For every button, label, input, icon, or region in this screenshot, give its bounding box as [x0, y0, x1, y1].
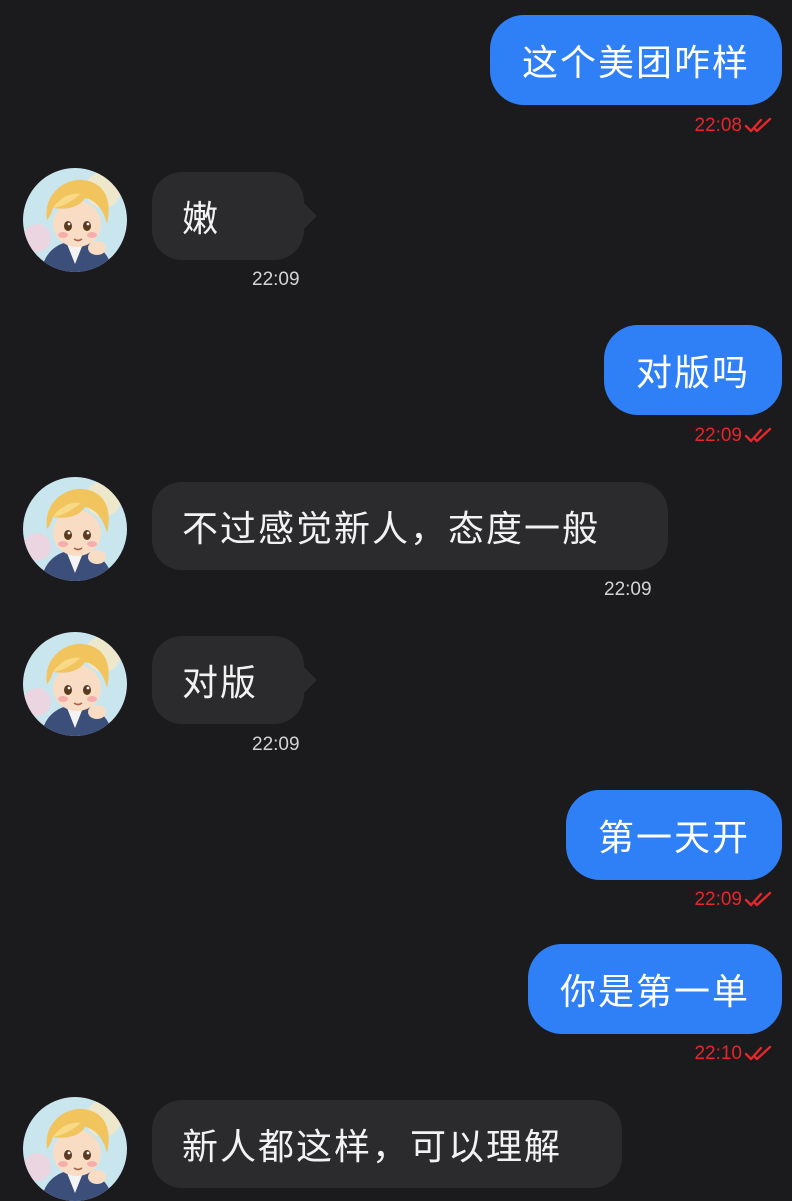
- bubble-tail: [303, 202, 317, 230]
- double-check-icon: [744, 117, 774, 135]
- message-text: 不过感觉新人，态度一般: [182, 509, 601, 550]
- avatar-anime-boy-icon[interactable]: [23, 1097, 127, 1201]
- avatar-anime-boy-icon[interactable]: [23, 632, 127, 736]
- outgoing-message-bubble[interactable]: 这个美团咋样: [489, 15, 782, 105]
- message-text: 嫩: [182, 199, 221, 240]
- incoming-message-bubble[interactable]: 对版: [152, 636, 304, 724]
- message-time: 22:09: [252, 734, 300, 755]
- outgoing-message-bubble[interactable]: 对版吗: [603, 325, 782, 415]
- message-time: 22:09: [252, 269, 300, 290]
- chat-message-list[interactable]: 这个美团咋样 22:08 嫩 22:09 对版吗 22:09 不过感觉新人，态度…: [0, 0, 792, 1200]
- incoming-message-bubble[interactable]: 嫩: [152, 172, 304, 260]
- message-meta: 22:09: [694, 888, 774, 912]
- message-text: 对版: [182, 663, 259, 704]
- message-meta: 22:08: [694, 114, 774, 138]
- outgoing-message-bubble[interactable]: 你是第一单: [527, 944, 782, 1034]
- message-text: 这个美团咋样: [521, 43, 750, 84]
- incoming-message-bubble[interactable]: 新人都这样，可以理解: [152, 1100, 622, 1188]
- avatar-anime-boy-icon[interactable]: [23, 168, 127, 272]
- message-time: 22:09: [694, 425, 742, 446]
- message-time: 22:09: [694, 889, 742, 910]
- message-meta: 22:10: [694, 1042, 774, 1066]
- avatar-anime-boy-icon[interactable]: [23, 477, 127, 581]
- double-check-icon: [744, 1045, 774, 1063]
- outgoing-message-bubble[interactable]: 第一天开: [565, 790, 782, 880]
- message-time: 22:10: [694, 1043, 742, 1064]
- message-text: 对版吗: [635, 353, 750, 394]
- message-text: 你是第一单: [559, 972, 750, 1013]
- message-text: 新人都这样，可以理解: [182, 1127, 563, 1168]
- double-check-icon: [744, 427, 774, 445]
- message-meta: 22:09: [694, 424, 774, 448]
- incoming-message-bubble[interactable]: 不过感觉新人，态度一般: [152, 482, 668, 570]
- message-time: 22:09: [604, 579, 652, 600]
- message-text: 第一天开: [597, 818, 750, 859]
- bubble-tail: [303, 666, 317, 694]
- double-check-icon: [744, 891, 774, 909]
- message-time: 22:08: [694, 115, 742, 136]
